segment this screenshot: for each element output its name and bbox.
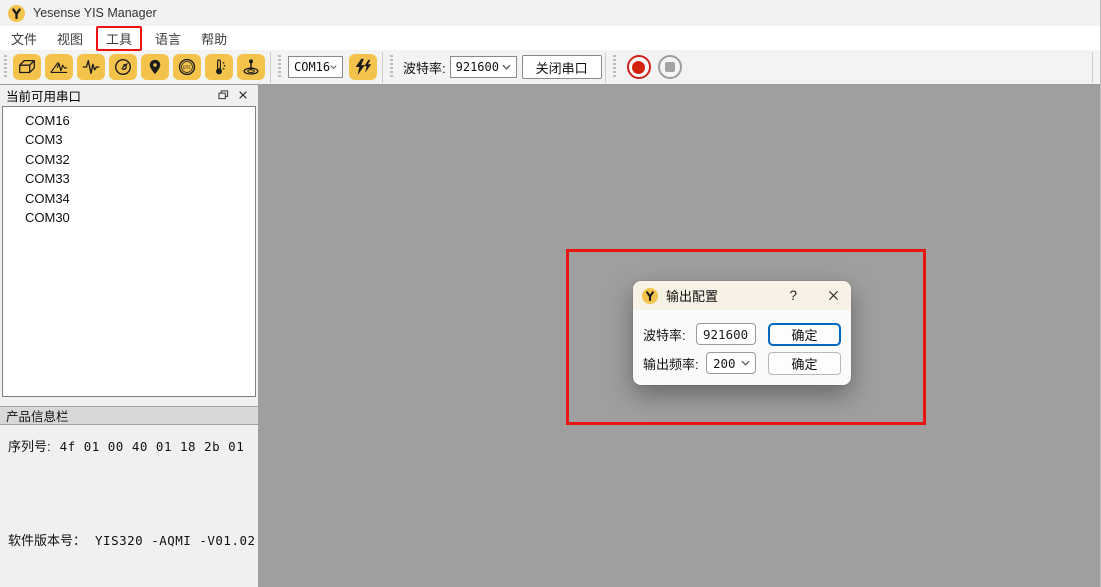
toolbar-separator <box>382 52 383 83</box>
output-rate-config-row: 输出频率: 200 确定 <box>643 351 841 375</box>
close-icon <box>238 90 248 100</box>
toolbar-drag-handle[interactable] <box>613 55 616 79</box>
toolbar-separator <box>270 52 271 83</box>
angle-wave-icon[interactable] <box>45 54 73 80</box>
chevron-down-icon <box>748 331 750 337</box>
product-info-title: 产品信息栏 <box>6 406 69 425</box>
output-rate-confirm-button[interactable]: 确定 <box>768 352 841 375</box>
refresh-ports-button[interactable] <box>349 54 377 80</box>
menu-item-view[interactable]: 视图 <box>48 27 92 50</box>
output-config-dialog: 输出配置 ? 波特率: 921600 确定 输出频率: <box>633 281 851 385</box>
list-item-port[interactable]: COM34 <box>3 189 255 208</box>
app-window: Yesense YIS Manager 文件 视图 工具 语言 帮助 UTC <box>0 0 1101 587</box>
list-item-port[interactable]: COM33 <box>3 169 255 188</box>
waveform-icon[interactable] <box>77 54 105 80</box>
menu-item-file[interactable]: 文件 <box>2 27 46 50</box>
magnetometer-icon[interactable] <box>237 54 265 80</box>
record-button[interactable] <box>627 55 651 79</box>
serial-port-list: COM16 COM3 COM32 COM33 COM34 COM30 <box>2 106 256 397</box>
dialog-title: 输出配置 <box>666 286 789 305</box>
chevron-down-icon <box>741 360 750 366</box>
dialog-output-rate-label: 输出频率: <box>643 354 706 373</box>
menu-bar: 文件 视图 工具 语言 帮助 <box>0 26 1100 50</box>
thermometer-icon[interactable] <box>205 54 233 80</box>
stop-button[interactable] <box>658 55 682 79</box>
serial-ports-dock-panel: 当前可用串口 COM16 COM3 COM32 COM33 COM34 COM3… <box>0 85 258 587</box>
cube-3d-icon[interactable] <box>13 54 41 80</box>
toolbar-drag-handle[interactable] <box>390 55 393 79</box>
app-logo-icon <box>8 5 25 22</box>
main-area: 当前可用串口 COM16 COM3 COM32 COM33 COM34 COM3… <box>0 85 1100 587</box>
toolbar-drag-handle[interactable] <box>278 55 281 79</box>
port-select[interactable]: COM16 <box>288 56 343 78</box>
menu-item-help[interactable]: 帮助 <box>192 27 236 50</box>
software-version-row: 软件版本号： YIS320 -AQMI -V01.02.03; <box>8 530 288 549</box>
port-select-value: COM16 <box>294 60 330 74</box>
dialog-baud-label: 波特率: <box>643 325 696 344</box>
double-lightning-icon <box>353 57 373 77</box>
baud-rate-config-row: 波特率: 921600 确定 <box>643 322 841 346</box>
toolbar-separator <box>1092 52 1093 83</box>
dialog-output-rate-select[interactable]: 200 <box>706 352 756 374</box>
record-icon <box>632 61 645 74</box>
menu-item-language[interactable]: 语言 <box>146 27 190 50</box>
dialog-close-button[interactable] <box>825 288 841 304</box>
dialog-baud-value: 921600 <box>703 327 748 342</box>
list-item-port[interactable]: COM30 <box>3 208 255 227</box>
serial-number-row: 序列号: 4f 01 00 40 01 18 2b 01 <box>8 436 244 455</box>
dialog-baud-select[interactable]: 921600 <box>696 323 756 345</box>
product-info-header: 产品信息栏 <box>0 406 258 425</box>
software-version-label: 软件版本号： <box>8 530 86 549</box>
baud-rate-label: 波特率: <box>403 58 446 77</box>
dialog-title-bar[interactable]: 输出配置 ? <box>633 281 851 310</box>
baud-rate-value: 921600 <box>456 60 499 74</box>
close-panel-button[interactable] <box>233 87 253 104</box>
title-bar[interactable]: Yesense YIS Manager <box>0 0 1100 26</box>
close-serial-port-button[interactable]: 关闭串口 <box>522 55 602 79</box>
location-pin-icon[interactable] <box>141 54 169 80</box>
dialog-app-icon <box>642 288 658 304</box>
toolbar-drag-handle[interactable] <box>4 55 7 79</box>
toolbar: UTC COM16 波特率: 921600 关闭串口 <box>0 50 1100 85</box>
dialog-help-button[interactable]: ? <box>789 288 797 303</box>
serial-number-label: 序列号: <box>8 436 51 455</box>
utc-clock-icon[interactable]: UTC <box>173 54 201 80</box>
stop-icon <box>665 62 675 72</box>
menu-item-tools[interactable]: 工具 <box>96 26 142 51</box>
list-item-port[interactable]: COM32 <box>3 150 255 169</box>
chevron-down-icon <box>330 64 337 70</box>
dock-panel-header[interactable]: 当前可用串口 <box>0 85 258 105</box>
window-title: Yesense YIS Manager <box>33 6 157 20</box>
list-item-port[interactable]: COM16 <box>3 111 255 130</box>
serial-number-value: 4f 01 00 40 01 18 2b 01 <box>60 439 245 454</box>
workspace-canvas: 输出配置 ? 波特率: 921600 确定 输出频率: <box>258 85 1100 587</box>
svg-text:UTC: UTC <box>183 65 192 71</box>
float-panel-button[interactable] <box>213 87 233 104</box>
list-item-port[interactable]: COM3 <box>3 130 255 149</box>
chevron-down-icon <box>502 64 511 70</box>
baud-rate-select[interactable]: 921600 <box>450 56 517 78</box>
toolbar-separator <box>605 52 606 83</box>
dialog-output-rate-value: 200 <box>713 356 736 371</box>
float-window-icon <box>218 90 229 100</box>
gauge-icon[interactable] <box>109 54 137 80</box>
close-icon <box>828 290 839 301</box>
dock-panel-title: 当前可用串口 <box>6 86 81 105</box>
baud-confirm-button[interactable]: 确定 <box>768 323 841 346</box>
